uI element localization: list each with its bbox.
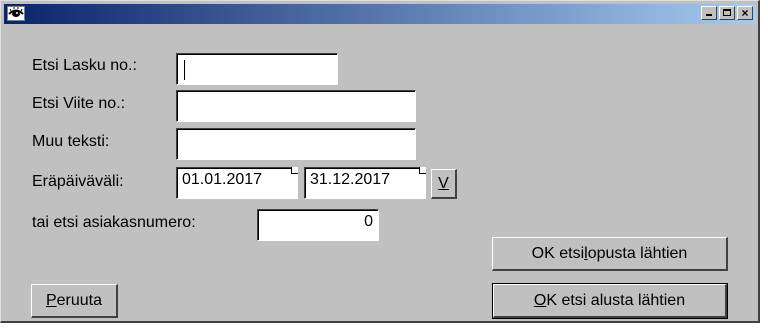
invoice-number-input[interactable] (176, 53, 338, 85)
date-range-select-button[interactable]: V (431, 169, 457, 199)
ok-search-from-start-button[interactable]: OK etsi alusta lähtien (492, 283, 728, 319)
date-picker-marker (419, 167, 426, 174)
close-button[interactable]: × (737, 6, 753, 20)
eye-icon[interactable] (7, 6, 25, 21)
close-icon: × (741, 6, 749, 20)
reference-number-label: Etsi Viite no.: (32, 95, 126, 112)
minimize-button[interactable] (701, 6, 717, 20)
cancel-button[interactable]: Peruuta (31, 284, 118, 318)
date-picker-marker (291, 167, 298, 174)
date-from-input[interactable]: 01.01.2017 (176, 167, 298, 199)
due-date-range-label: Eräpäiväväli: (32, 173, 124, 190)
text-caret (184, 60, 185, 80)
title-bar[interactable]: × (4, 4, 756, 24)
other-text-input[interactable] (176, 128, 416, 160)
dialog-window: × Etsi Lasku no.: Etsi Viite no.: Muu te… (0, 0, 760, 323)
date-to-input[interactable]: 31.12.2017 (304, 167, 426, 199)
reference-number-input[interactable] (176, 90, 416, 122)
invoice-number-label: Etsi Lasku no.: (32, 57, 137, 74)
other-text-label: Muu teksti: (32, 133, 110, 150)
customer-number-input[interactable]: 0 (257, 209, 379, 241)
customer-number-label: tai etsi asiakasnumero: (32, 214, 196, 231)
ok-search-from-end-button[interactable]: OK etsi l opusta lähtien (492, 237, 728, 271)
maximize-button[interactable] (719, 6, 735, 20)
